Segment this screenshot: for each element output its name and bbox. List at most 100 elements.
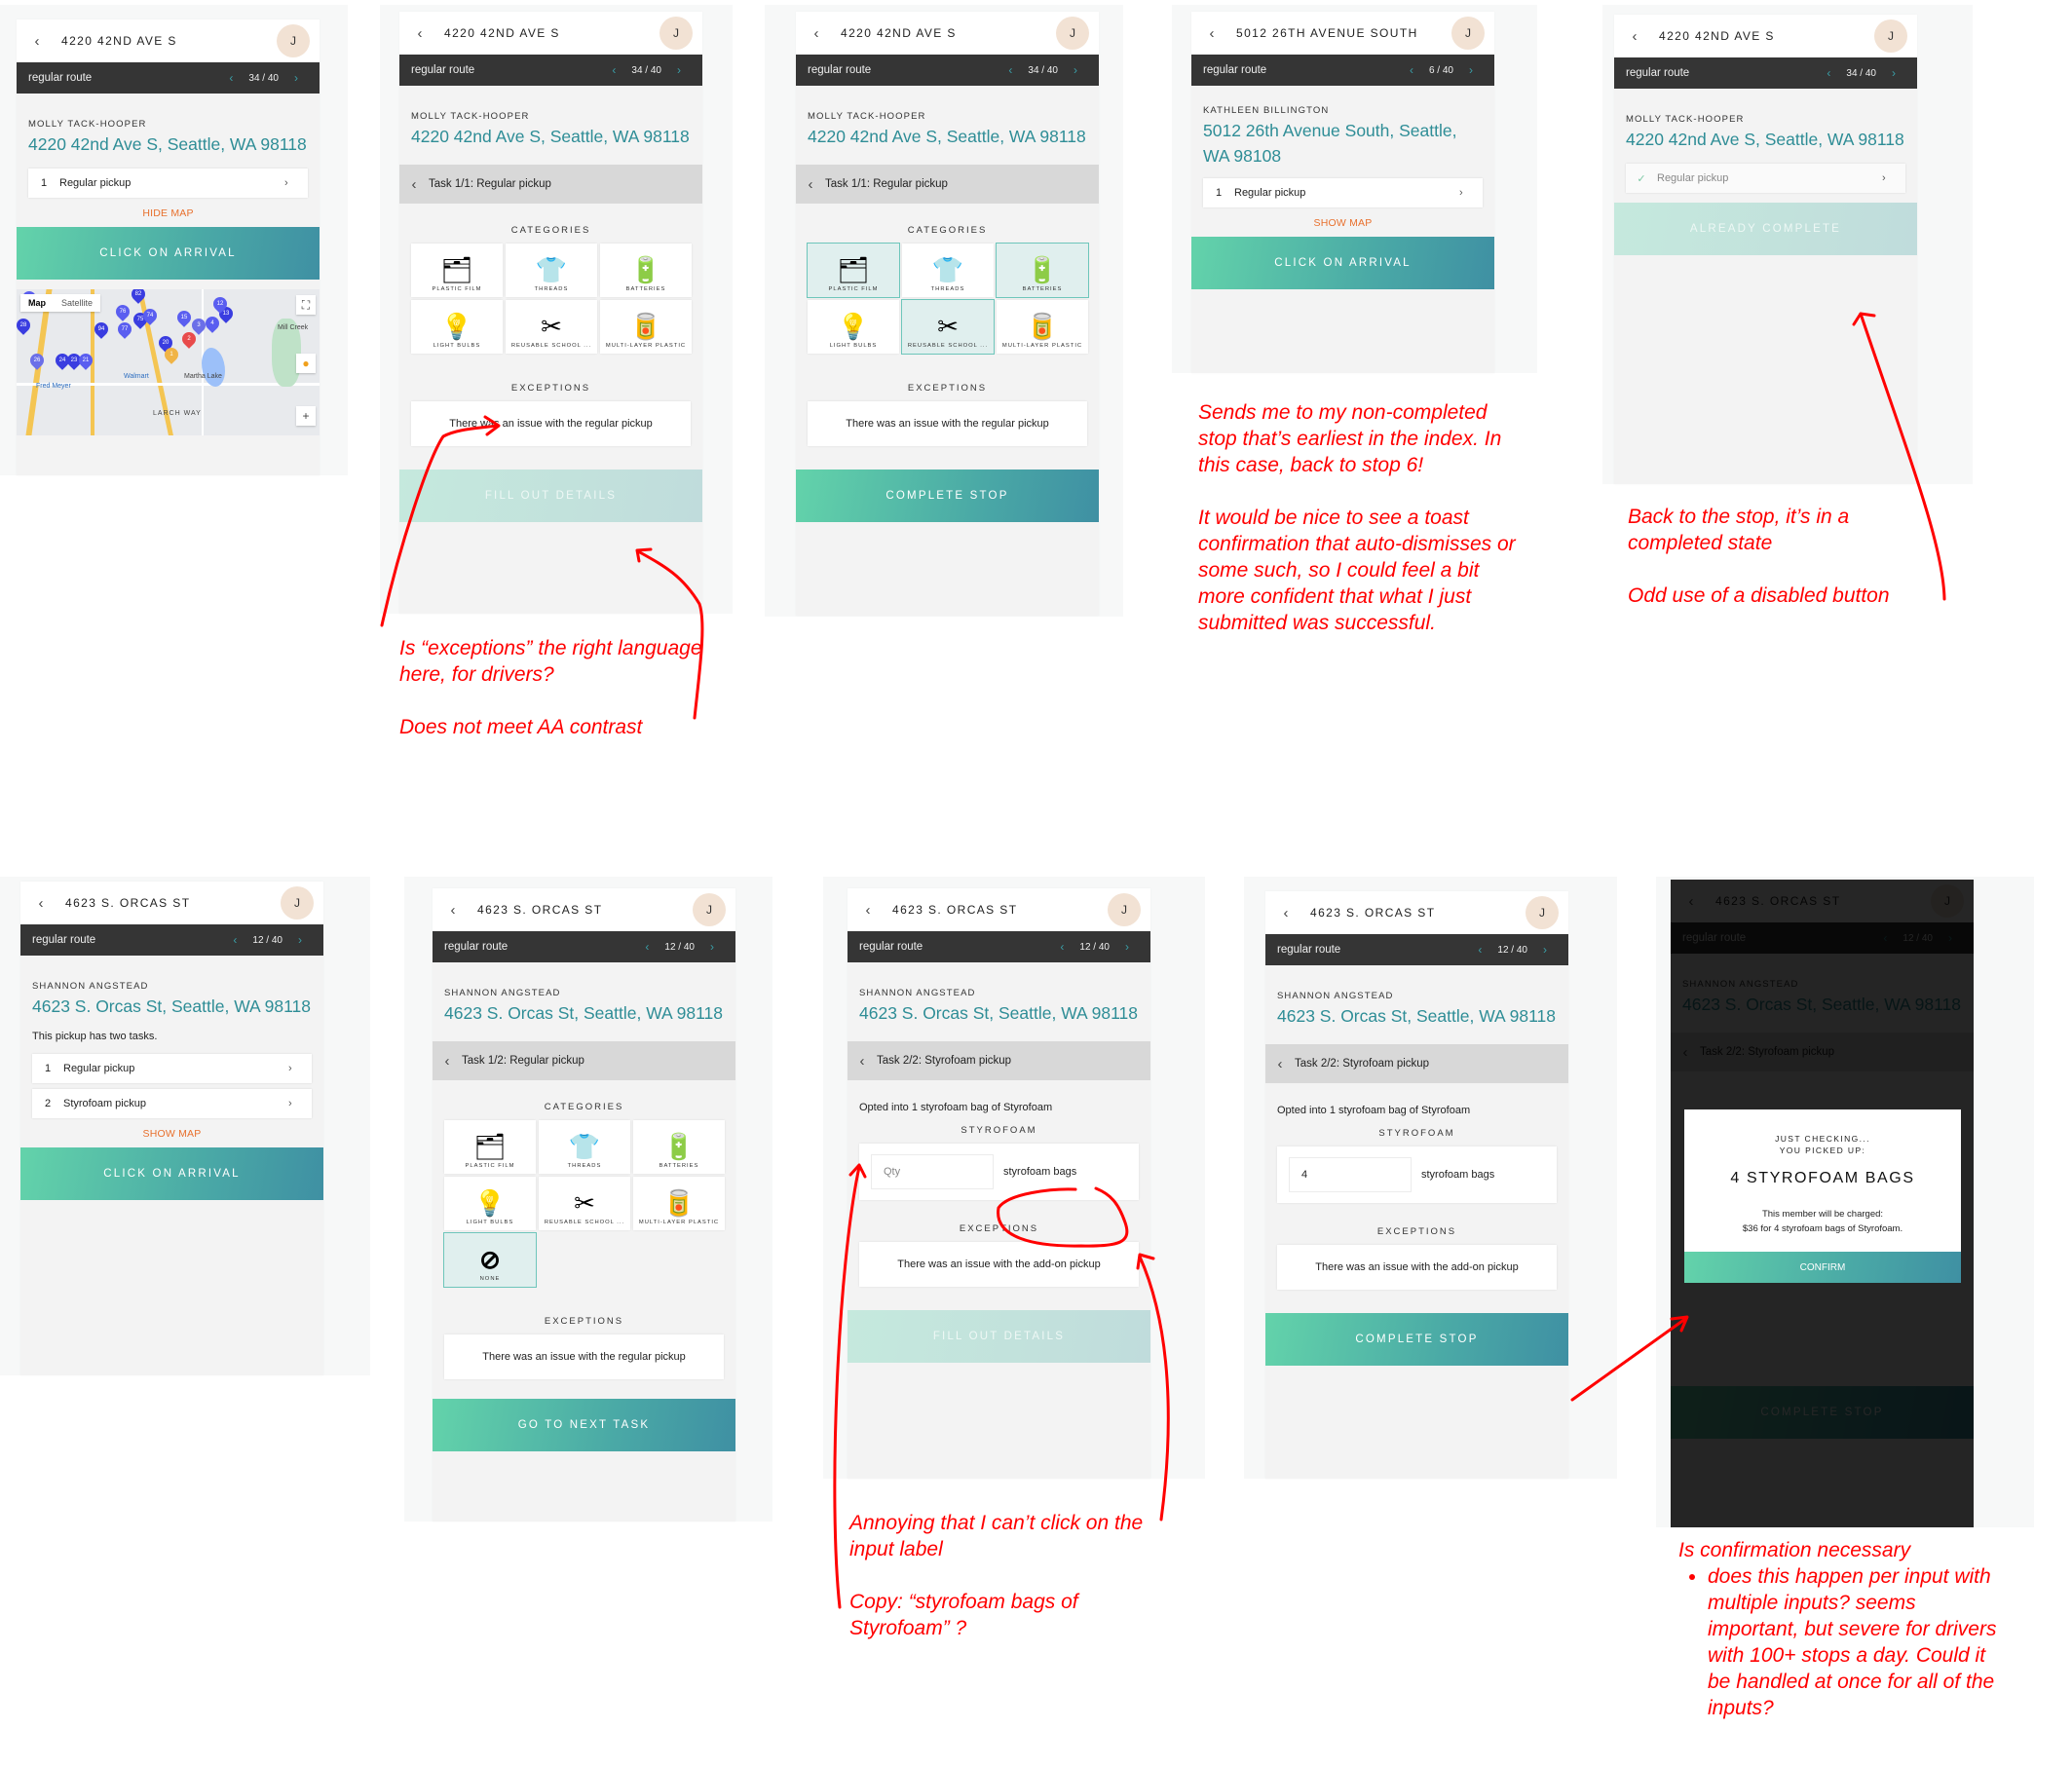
next-stop-icon[interactable]: ›: [1892, 66, 1896, 80]
prev-stop-icon[interactable]: ‹: [1410, 63, 1413, 77]
complete-stop-button[interactable]: COMPLETE STOP: [1265, 1313, 1568, 1366]
back-button[interactable]: ‹: [853, 902, 883, 919]
back-to-tasks-icon[interactable]: ‹: [848, 1053, 877, 1070]
click-on-arrival-button[interactable]: CLICK ON ARRIVAL: [1191, 237, 1494, 289]
back-button[interactable]: ‹: [1271, 905, 1300, 921]
back-button[interactable]: ‹: [26, 895, 56, 912]
fullscreen-icon[interactable]: ⛶: [296, 295, 316, 315]
back-to-tasks-icon[interactable]: ‹: [399, 176, 429, 193]
fill-out-details-button[interactable]: FILL OUT DETAILS: [399, 470, 702, 522]
next-stop-icon[interactable]: ›: [1469, 63, 1473, 77]
hide-map-link[interactable]: HIDE MAP: [28, 207, 308, 219]
next-stop-icon[interactable]: ›: [294, 71, 298, 85]
next-stop-icon[interactable]: ›: [710, 940, 714, 954]
task-header[interactable]: ‹ Task 1/1: Regular pickup: [796, 165, 1099, 204]
next-stop-icon[interactable]: ›: [298, 933, 302, 947]
stop-address[interactable]: 4220 42nd Ave S, Seattle, WA 98118: [1626, 127, 1905, 152]
category-threads[interactable]: 👕 THREADS: [506, 244, 597, 297]
exception-option[interactable]: There was an issue with the regular pick…: [808, 401, 1087, 446]
click-on-arrival-button[interactable]: CLICK ON ARRIVAL: [20, 1147, 323, 1200]
prev-stop-icon[interactable]: ‹: [612, 63, 616, 77]
avatar[interactable]: J: [659, 17, 693, 50]
exception-option[interactable]: There was an issue with the add-on picku…: [859, 1242, 1139, 1287]
prev-stop-icon[interactable]: ‹: [1008, 63, 1012, 77]
stop-address[interactable]: 4623 S. Orcas St, Seattle, WA 98118: [859, 1000, 1139, 1026]
click-on-arrival-button[interactable]: CLICK ON ARRIVAL: [17, 227, 320, 280]
prev-stop-icon[interactable]: ‹: [1827, 66, 1830, 80]
next-stop-icon[interactable]: ›: [677, 63, 681, 77]
stop-address[interactable]: 4623 S. Orcas St, Seattle, WA 98118: [32, 994, 312, 1019]
category-batteries[interactable]: 🔋 BATTERIES: [996, 243, 1089, 298]
category-threads[interactable]: 👕 THREADS: [539, 1120, 630, 1174]
stop-address[interactable]: 4220 42nd Ave S, Seattle, WA 98118: [411, 124, 691, 149]
back-button[interactable]: ‹: [22, 33, 52, 50]
quantity-input[interactable]: [871, 1154, 994, 1189]
avatar[interactable]: J: [1874, 19, 1907, 53]
show-map-link[interactable]: SHOW MAP: [32, 1128, 312, 1140]
prev-stop-icon[interactable]: ‹: [645, 940, 649, 954]
task-row-completed[interactable]: ✓ Regular pickup ›: [1626, 164, 1905, 193]
category-multi-layer-plastic[interactable]: 🥫 MULTI-LAYER PLASTIC: [633, 1177, 725, 1230]
category-threads[interactable]: 👕 THREADS: [902, 244, 994, 297]
task-row[interactable]: 1 Regular pickup ›: [28, 169, 308, 198]
task-row[interactable]: 1 Regular pickup ›: [32, 1054, 312, 1083]
prev-stop-icon[interactable]: ‹: [1478, 943, 1482, 957]
stop-address[interactable]: 4623 S. Orcas St, Seattle, WA 98118: [444, 1000, 724, 1026]
category-batteries[interactable]: 🔋 BATTERIES: [600, 244, 692, 297]
category-multi-layer-plastic[interactable]: 🥫 MULTI-LAYER PLASTIC: [997, 300, 1088, 354]
task-header[interactable]: ‹ Task 1/2: Regular pickup: [433, 1041, 735, 1080]
confirm-button[interactable]: CONFIRM: [1684, 1252, 1961, 1283]
avatar[interactable]: J: [277, 24, 310, 57]
back-button[interactable]: ‹: [405, 25, 434, 42]
task-header[interactable]: ‹ Task 2/2: Styrofoam pickup: [1265, 1044, 1568, 1083]
category-plastic-film[interactable]: 🗂 PLASTIC FILM: [807, 243, 900, 298]
task-row[interactable]: 1 Regular pickup ›: [1203, 178, 1483, 207]
task-header[interactable]: ‹ Task 2/2: Styrofoam pickup: [848, 1041, 1150, 1080]
back-button[interactable]: ‹: [802, 25, 831, 42]
category-light-bulbs[interactable]: 💡 LIGHT BULBS: [808, 300, 899, 354]
complete-stop-button[interactable]: COMPLETE STOP: [796, 470, 1099, 522]
prev-stop-icon[interactable]: ‹: [1060, 940, 1064, 954]
next-stop-icon[interactable]: ›: [1074, 63, 1077, 77]
category-light-bulbs[interactable]: 💡 LIGHT BULBS: [444, 1177, 536, 1230]
zoom-in-button[interactable]: +: [296, 406, 316, 426]
back-to-tasks-icon[interactable]: ‹: [433, 1053, 462, 1070]
route-map[interactable]: 31 26 24 23 21 94 77 75 74 20 15 3 4 13 …: [17, 289, 320, 435]
avatar[interactable]: J: [1108, 893, 1141, 926]
category-none[interactable]: ⊘ NONE: [443, 1232, 537, 1288]
avatar[interactable]: J: [1526, 896, 1559, 929]
map-tab[interactable]: Map: [20, 294, 54, 312]
quantity-input[interactable]: [1289, 1157, 1412, 1192]
prev-stop-icon[interactable]: ‹: [229, 71, 233, 85]
exception-option[interactable]: There was an issue with the add-on picku…: [1277, 1245, 1557, 1290]
category-plastic-film[interactable]: 🗂 PLASTIC FILM: [411, 244, 503, 297]
category-reusable-school[interactable]: ✂ REUSABLE SCHOOL ...: [901, 299, 995, 355]
category-batteries[interactable]: 🔋 BATTERIES: [633, 1120, 725, 1174]
satellite-tab[interactable]: Satellite: [54, 294, 100, 312]
avatar[interactable]: J: [1451, 17, 1485, 50]
street-view-icon[interactable]: ●: [296, 354, 316, 373]
stop-address[interactable]: 4623 S. Orcas St, Seattle, WA 98118: [1277, 1003, 1557, 1029]
back-to-tasks-icon[interactable]: ‹: [1265, 1056, 1295, 1072]
stop-address[interactable]: 4220 42nd Ave S, Seattle, WA 98118: [28, 132, 308, 157]
stop-address[interactable]: 5012 26th Avenue South, Seattle, WA 9810…: [1203, 118, 1483, 169]
already-complete-button[interactable]: ALREADY COMPLETE: [1614, 203, 1917, 255]
back-button[interactable]: ‹: [1620, 28, 1649, 45]
back-button[interactable]: ‹: [438, 902, 468, 919]
back-to-tasks-icon[interactable]: ‹: [796, 176, 825, 193]
task-row[interactable]: 2 Styrofoam pickup ›: [32, 1089, 312, 1118]
avatar[interactable]: J: [1056, 17, 1089, 50]
category-reusable-school[interactable]: ✂ REUSABLE SCHOOL ...: [539, 1177, 630, 1230]
prev-stop-icon[interactable]: ‹: [233, 933, 237, 947]
go-to-next-task-button[interactable]: GO TO NEXT TASK: [433, 1399, 735, 1451]
category-reusable-school[interactable]: ✂ REUSABLE SCHOOL ...: [506, 300, 597, 354]
next-stop-icon[interactable]: ›: [1543, 943, 1547, 957]
next-stop-icon[interactable]: ›: [1125, 940, 1129, 954]
task-header[interactable]: ‹ Task 1/1: Regular pickup: [399, 165, 702, 204]
fill-out-details-button[interactable]: FILL OUT DETAILS: [848, 1310, 1150, 1363]
exception-option[interactable]: There was an issue with the regular pick…: [444, 1334, 724, 1379]
avatar[interactable]: J: [281, 886, 314, 920]
back-button[interactable]: ‹: [1197, 25, 1226, 42]
avatar[interactable]: J: [693, 893, 726, 926]
show-map-link[interactable]: SHOW MAP: [1203, 217, 1483, 229]
